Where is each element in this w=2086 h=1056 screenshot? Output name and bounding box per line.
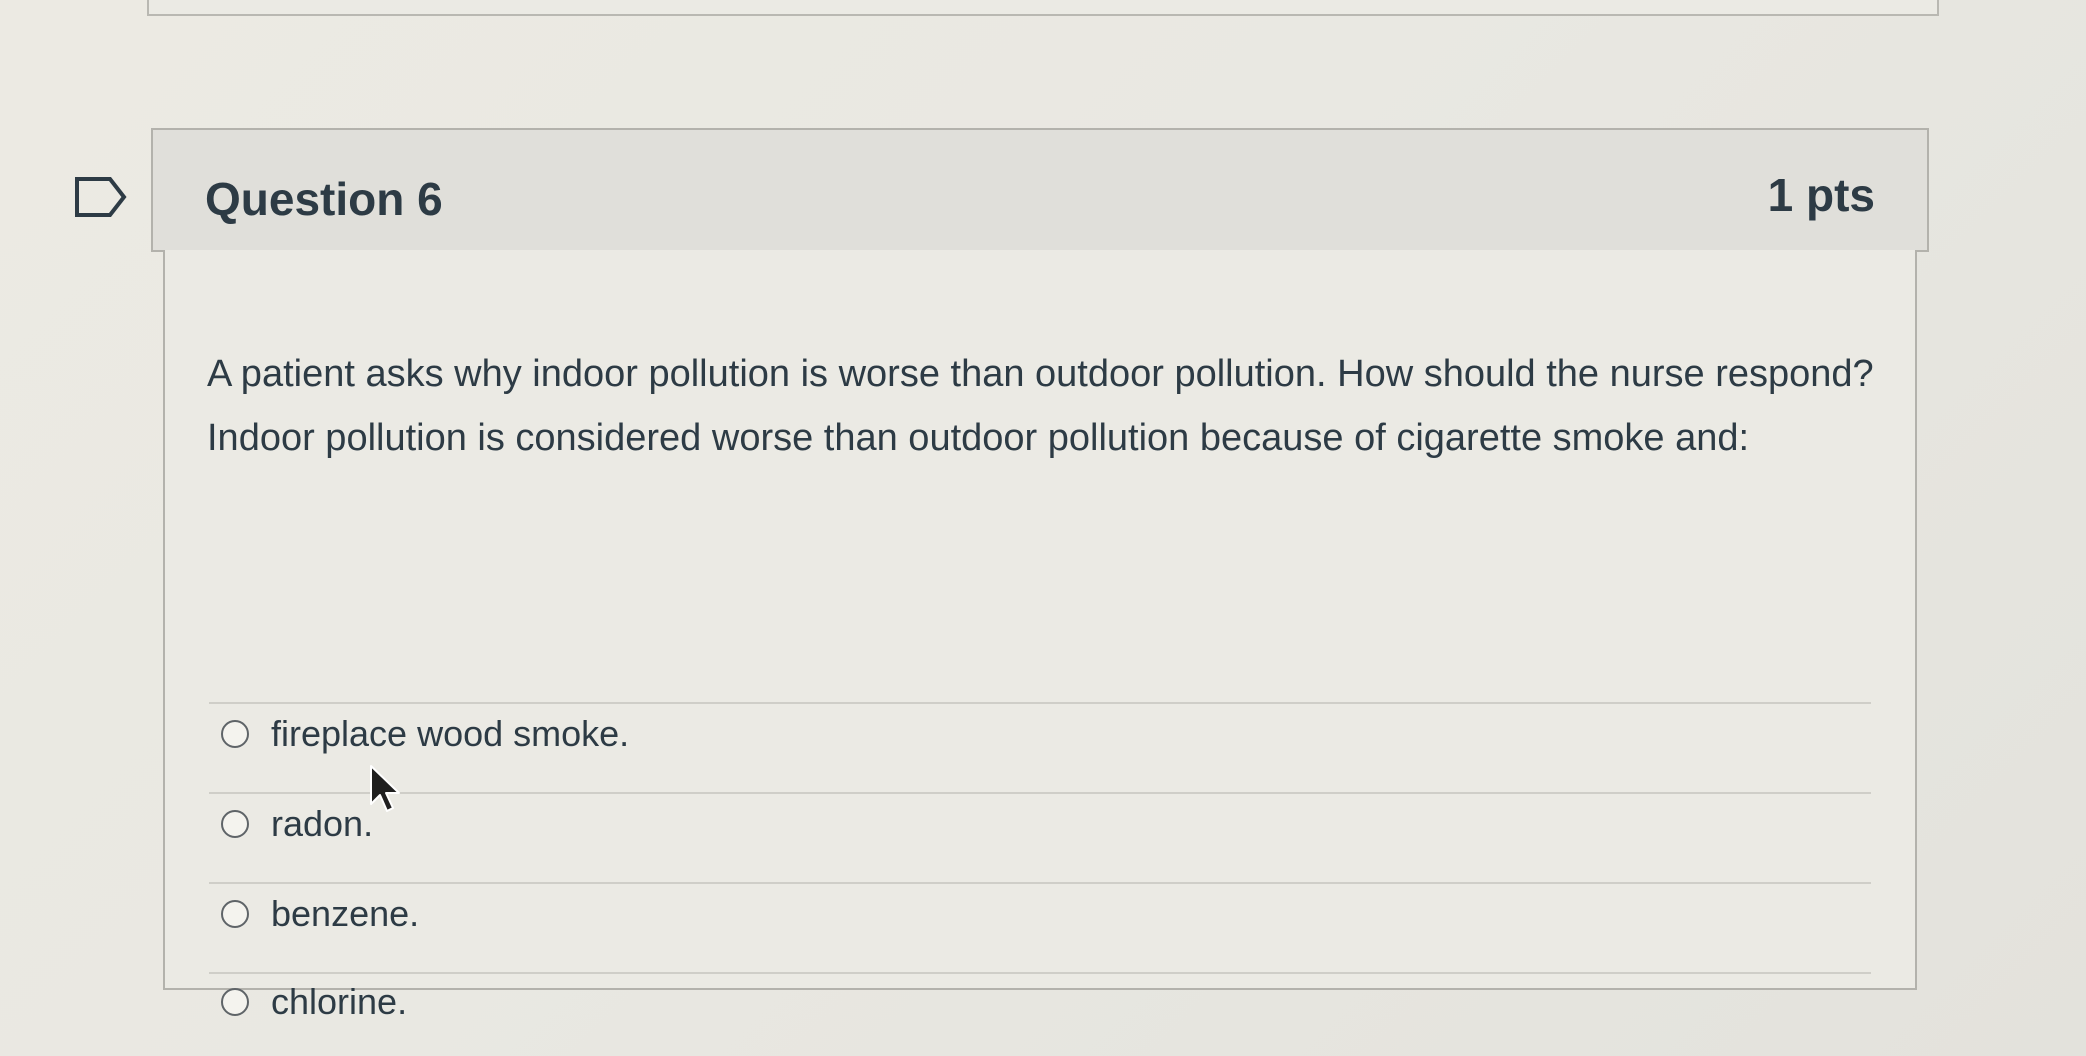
answer-option-fireplace-wood-smoke[interactable]: fireplace wood smoke.	[221, 704, 629, 764]
question-text: A patient asks why indoor pollution is w…	[207, 353, 1874, 459]
question-header: Question 6 1 pts	[151, 128, 1929, 252]
answer-label: benzene.	[271, 893, 420, 934]
radio-button-icon[interactable]	[221, 720, 249, 748]
question-title: Question 6	[205, 173, 443, 225]
answer-option-radon[interactable]: radon.	[221, 794, 373, 854]
answer-label: fireplace wood smoke.	[271, 713, 630, 754]
answer-divider	[209, 972, 1871, 974]
answer-label: chlorine.	[271, 981, 408, 1022]
radio-button-icon[interactable]	[221, 988, 249, 1016]
question-points: 1 pts	[1767, 169, 1875, 221]
radio-button-icon[interactable]	[221, 810, 249, 838]
answer-divider	[209, 792, 1871, 794]
answer-label: radon.	[271, 803, 374, 844]
answer-option-chlorine[interactable]: chlorine.	[221, 972, 407, 1032]
mouse-pointer-icon	[370, 765, 400, 812]
question-card: Question 6 1 pts A patient asks why indo…	[151, 128, 1931, 1022]
flag-question-icon[interactable]	[74, 176, 128, 218]
question-body: A patient asks why indoor pollution is w…	[163, 250, 1917, 1022]
previous-question-card	[147, 0, 1939, 16]
answer-option-benzene[interactable]: benzene.	[221, 884, 419, 944]
answer-divider	[209, 882, 1871, 884]
radio-button-icon[interactable]	[221, 900, 249, 928]
